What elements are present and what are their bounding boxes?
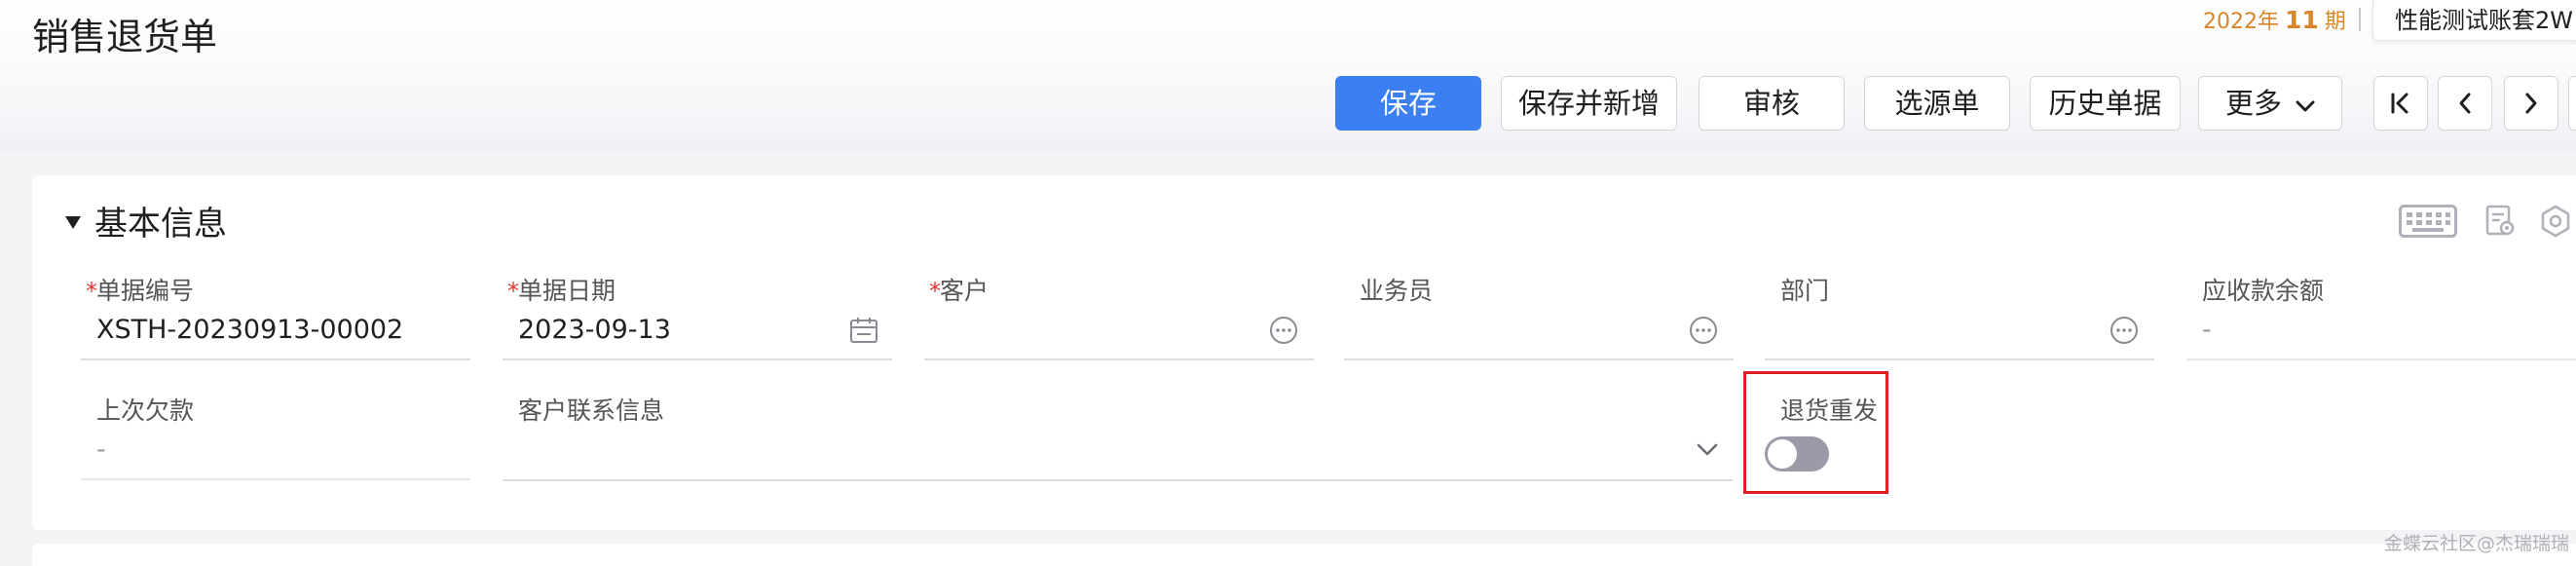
last-debt-value: - [96,434,106,465]
customer-field[interactable]: * 客户 [924,276,1314,363]
salesperson-field[interactable]: 业务员 [1344,276,1734,363]
doc-number-label: * 单据编号 [86,277,195,305]
save-button[interactable]: 保存 [1335,76,1481,131]
receivable-balance-field: 应收款余额 - [2186,276,2576,363]
customer-contact-label: 客户联系信息 [518,396,665,425]
toggle-knob [1768,439,1797,469]
watermark: 金蝶云社区@杰瑞瑞瑞 [2384,533,2570,554]
highlight-box [1743,371,1888,494]
period-number: 11 [2285,6,2319,34]
customer-contact-underline [503,479,1733,481]
section-title: 基本信息 [94,205,227,244]
customer-underline [924,358,1314,360]
required-mark: * [86,278,97,305]
doc-number-value[interactable]: XSTH-20230913-00002 [96,313,403,348]
last-debt-field: 上次欠款 - [81,396,470,483]
doc-date-field[interactable]: * 单据日期 2023-09-13 [503,276,892,363]
doc-number-underline [81,358,470,360]
first-page-button[interactable] [2373,76,2428,131]
next-page-button[interactable] [2504,76,2558,131]
doc-date-underline [503,358,892,360]
department-label: 部门 [1780,277,1830,305]
page-header: 销售退货单 2022年 11 期 性能测试账套2W 保存 保存并新增 审核 选源单 … [0,0,2576,152]
ellipsis-icon[interactable] [1689,316,1718,349]
account-selector[interactable]: 性能测试账套2W [2372,0,2576,41]
last-debt-label: 上次欠款 [96,396,195,425]
page-title: 销售退货单 [32,16,218,58]
calendar-icon[interactable] [849,317,878,348]
ellipsis-icon[interactable] [1269,316,1298,349]
required-mark: * [929,278,941,305]
chevron-down-icon[interactable] [1697,442,1718,461]
save-and-new-button[interactable]: 保存并新增 [1501,76,1677,131]
receivable-balance-value: - [2202,315,2212,345]
history-button[interactable]: 历史单据 [2030,76,2181,131]
ellipsis-icon[interactable] [2109,316,2139,349]
account-name: 性能测试账套2W [2395,7,2573,34]
receivable-balance-label: 应收款余额 [2202,277,2325,305]
required-mark: * [507,278,519,305]
period-year: 2022年 [2203,10,2279,34]
receivable-balance-underline [2186,358,2576,360]
doc-date-value[interactable]: 2023-09-13 [518,313,671,348]
prev-page-button[interactable] [2438,76,2492,131]
chevron-down-icon [2296,76,2315,129]
more-button-label: 更多 [2224,87,2282,120]
department-underline [1765,358,2154,360]
customer-contact-field[interactable]: 客户联系信息 [503,396,1733,483]
department-field[interactable]: 部门 [1765,276,2154,363]
next-card [32,544,2576,566]
last-debt-underline [81,478,470,480]
accounting-period[interactable]: 2022年 11 期 [2203,6,2346,35]
doc-date-label: * 单据日期 [507,277,616,305]
gear-icon[interactable] [2539,205,2572,242]
select-source-button[interactable]: 选源单 [1864,76,2010,131]
toolbar: 保存 保存并新增 审核 选源单 历史单据 更多 [0,76,2576,131]
more-button[interactable]: 更多 [2198,76,2342,131]
last-page-button[interactable] [2568,76,2576,131]
audit-button[interactable]: 审核 [1699,76,1845,131]
header-divider [2359,8,2361,31]
return-reship-toggle[interactable] [1765,436,1829,472]
collapse-triangle-icon[interactable] [65,216,81,229]
sales-return-page: 销售退货单 2022年 11 期 性能测试账套2W 保存 保存并新增 审核 选源单 … [0,0,2576,566]
print-settings-icon[interactable] [2484,205,2516,242]
doc-number-field[interactable]: * 单据编号 XSTH-20230913-00002 [81,276,470,363]
period-suffix: 期 [2324,10,2346,34]
keyboard-icon[interactable] [2399,205,2457,242]
customer-label: * 客户 [929,277,989,305]
salesperson-underline [1344,358,1734,360]
salesperson-label: 业务员 [1360,277,1434,305]
